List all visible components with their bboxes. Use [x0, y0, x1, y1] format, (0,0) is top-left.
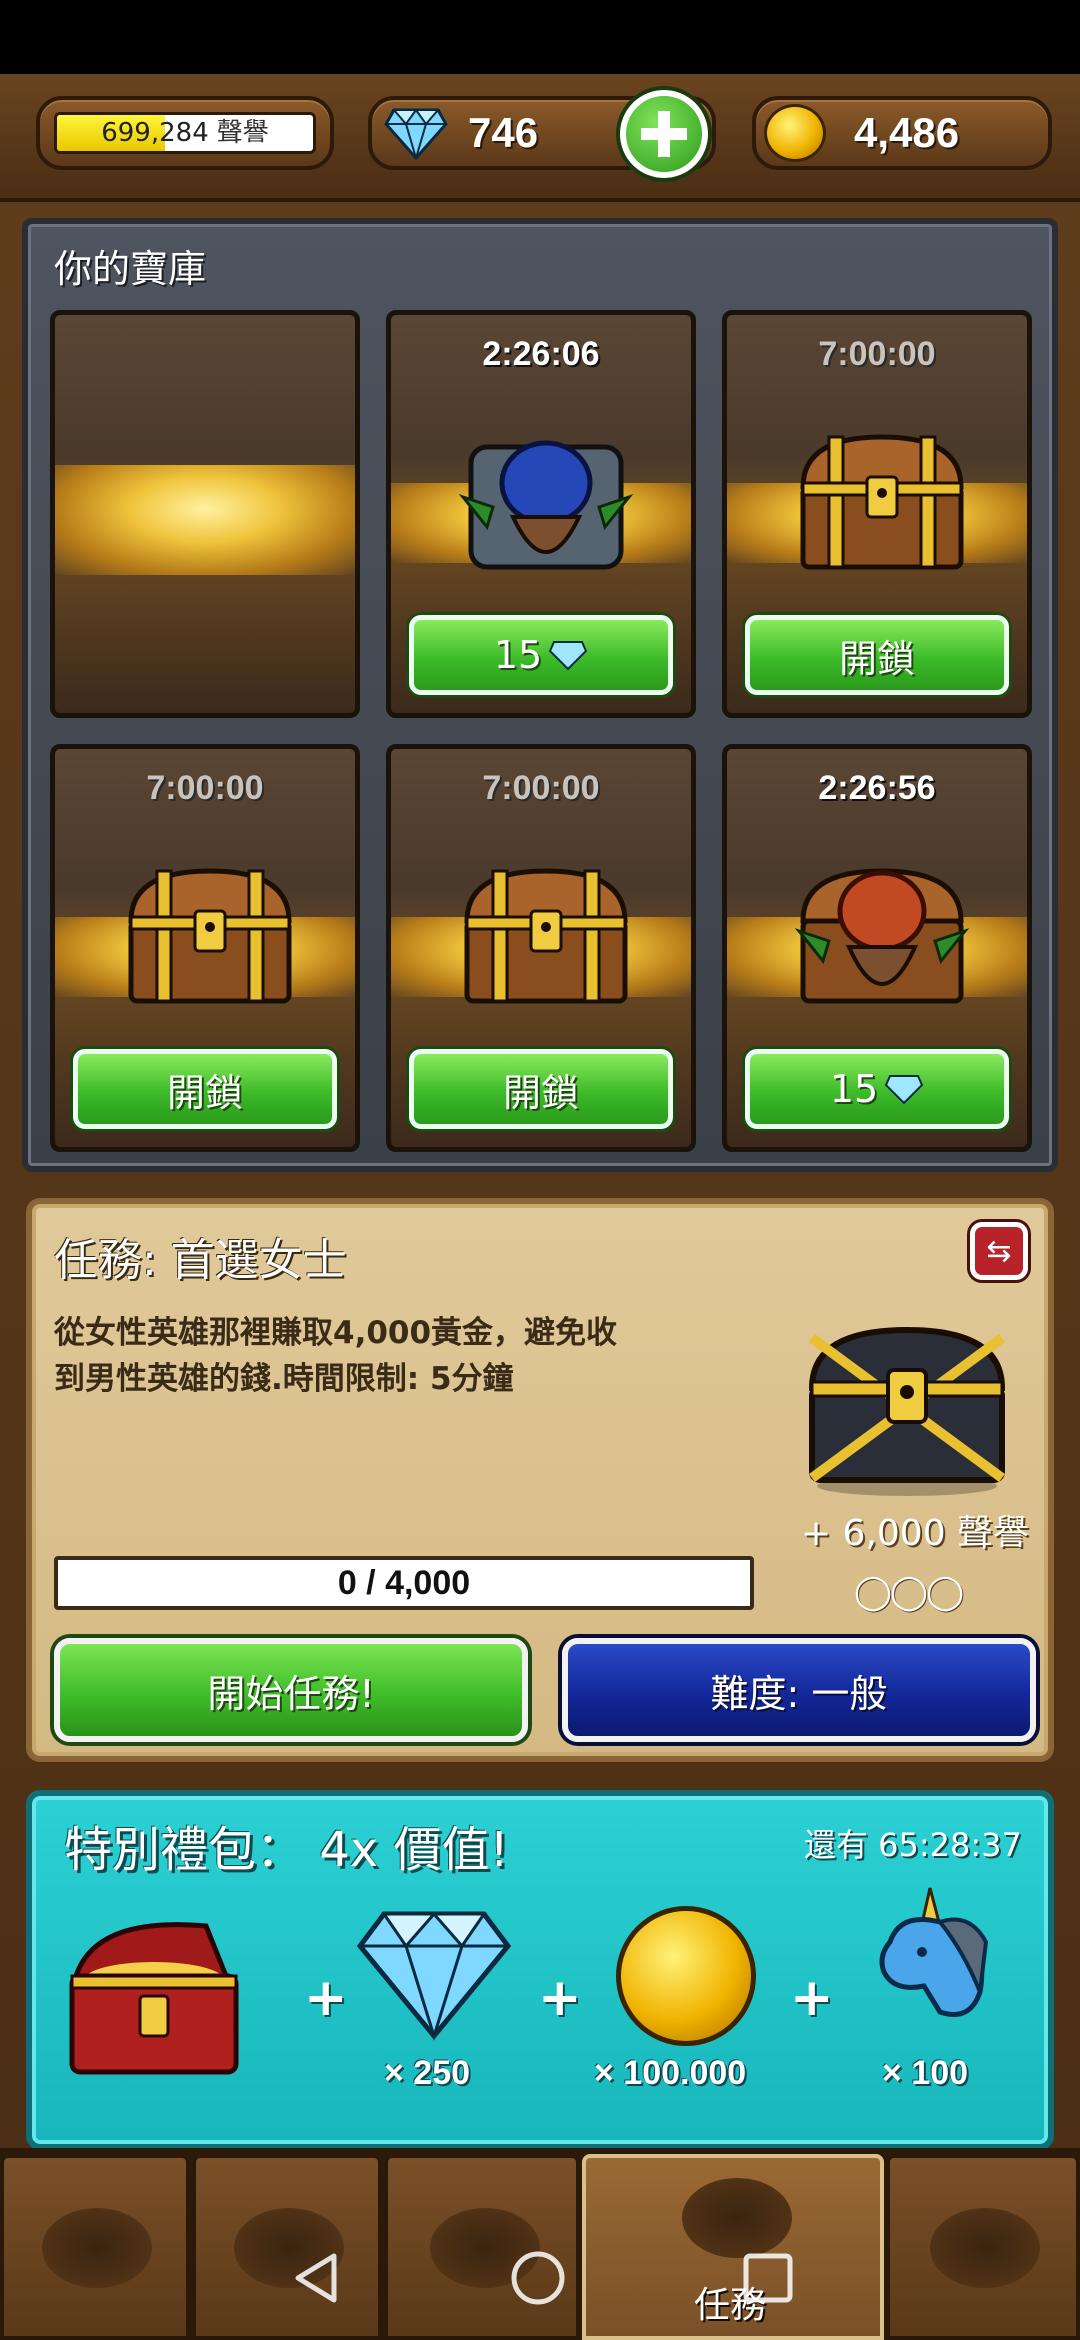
quest-description-line: 從女性英雄那裡賺取4,000黃金，避免收 — [54, 1315, 618, 1351]
medal-icon — [930, 2208, 1040, 2288]
vault-panel: 你的寶庫 2:26:06 15 7:00:00 開鎖 7:00:00 開鎖 7:… — [22, 218, 1058, 1172]
reputation-label: 聲譽 — [216, 118, 269, 148]
treasure-chest-icon — [128, 868, 292, 1004]
add-gems-button[interactable] — [620, 90, 708, 178]
unlock-button[interactable]: 開鎖 — [73, 1049, 337, 1129]
vault-slot-6[interactable]: 2:26:56 15 — [722, 744, 1032, 1152]
plus-sign-icon: + — [538, 1968, 582, 2028]
quest-panel: 任務: 首選女士 ⇆ 從女性英雄那裡賺取4,000黃金，避免收 到男性英雄的錢.… — [26, 1198, 1054, 1762]
swap-quest-button[interactable]: ⇆ — [970, 1222, 1028, 1280]
swap-icon: ⇆ — [986, 1233, 1012, 1269]
speed-up-cost: 15 — [493, 633, 543, 677]
gold-counter[interactable]: 4,486 — [752, 96, 1052, 170]
start-quest-button[interactable]: 開始任務! — [54, 1638, 528, 1742]
unlock-button[interactable]: 開鎖 — [745, 615, 1009, 695]
slot-timer: 7:00:00 — [482, 769, 600, 807]
speed-up-button[interactable]: 15 — [409, 615, 673, 695]
quest-reward: + 6,000 聲譽 — [800, 1513, 1030, 1554]
reward-chest-icon — [808, 1326, 1006, 1496]
red-chest-icon — [69, 1922, 239, 2075]
vault-slot-3[interactable]: 7:00:00 開鎖 — [722, 310, 1032, 718]
back-icon[interactable] — [286, 2248, 346, 2308]
diamond-icon — [548, 641, 588, 671]
vault-slot-5[interactable]: 7:00:00 開鎖 — [386, 744, 696, 1152]
recent-apps-icon[interactable] — [740, 2250, 796, 2306]
unlock-button[interactable]: 開鎖 — [409, 1049, 673, 1129]
reputation-counter[interactable]: 699,284 聲譽 — [36, 96, 334, 170]
diamond-shop-icon — [42, 2208, 152, 2288]
quest-progress-text: 0 / 4,000 — [337, 1564, 471, 1602]
diamond-icon — [884, 1075, 924, 1105]
gold-value: 4,486 — [854, 109, 960, 156]
plus-sign-icon: + — [304, 1968, 348, 2028]
slot-timer: 2:26:56 — [818, 769, 936, 807]
vault-title: 你的寶庫 — [54, 247, 207, 291]
nav-tab-achievements[interactable] — [886, 2154, 1080, 2340]
resource-bar: 699,284 聲譽 746 4,486 — [0, 74, 1080, 202]
bottom-nav: 任務 — [0, 2148, 1080, 2340]
difficulty-rings: ◯◯◯ — [854, 1572, 964, 1612]
nav-tab-heroes[interactable] — [192, 2154, 382, 2340]
special-pack-panel[interactable]: 特別禮包： 4x 價值! 還有 65:28:37 + × 250 + × 100… — [26, 1790, 1054, 2150]
status-bar — [0, 0, 1080, 74]
speed-up-button[interactable]: 15 — [745, 1049, 1009, 1129]
quest-description-line: 到男性英雄的錢.時間限制: 5分鐘 — [54, 1361, 514, 1397]
gold-pile-image — [55, 465, 355, 575]
pack-timer: 還有 65:28:37 — [804, 1826, 1022, 1864]
thief-hero-blue-icon — [458, 440, 634, 570]
diamond-icon — [384, 108, 448, 160]
gold-coin-icon — [616, 1906, 756, 2046]
chest-nav-icon — [682, 2178, 792, 2258]
thief-hero-red-icon — [794, 868, 970, 1004]
pack-unicorn-qty: × 100 — [882, 2054, 969, 2092]
difficulty-button[interactable]: 難度: 一般 — [562, 1638, 1036, 1742]
slot-timer: 7:00:00 — [146, 769, 264, 807]
speed-up-cost: 15 — [829, 1067, 879, 1111]
treasure-chest-icon — [800, 434, 964, 570]
treasure-chest-icon — [464, 868, 628, 1004]
quest-description: 從女性英雄那裡賺取4,000黃金，避免收 到男性英雄的錢.時間限制: 5分鐘 — [54, 1310, 774, 1402]
pack-title: 特別禮包： 4x 價值! — [64, 1822, 509, 1878]
home-icon[interactable] — [508, 2248, 568, 2308]
quest-title: 任務: 首選女士 — [54, 1235, 347, 1286]
unicorn-icon — [879, 1887, 989, 2017]
vault-slot-4[interactable]: 7:00:00 開鎖 — [50, 744, 360, 1152]
slot-timer: 2:26:06 — [482, 335, 600, 373]
gem-value: 746 — [468, 109, 539, 156]
slot-timer: 7:00:00 — [818, 335, 936, 373]
reputation-value: 699,284 — [101, 118, 209, 148]
diamond-icon — [356, 1911, 512, 2042]
reputation-text: 699,284 聲譽 — [57, 115, 313, 151]
pack-gold-qty: × 100.000 — [594, 2054, 747, 2092]
nav-tab-town[interactable] — [384, 2154, 580, 2340]
nav-tab-shop[interactable] — [0, 2154, 190, 2340]
reputation-bar: 699,284 聲譽 — [54, 112, 316, 154]
gold-coin-icon — [764, 104, 826, 162]
quest-progress-bar: 0 / 4,000 — [54, 1556, 754, 1610]
pack-gems-qty: × 250 — [384, 2054, 471, 2092]
vault-slot-2[interactable]: 2:26:06 15 — [386, 310, 696, 718]
vault-slot-1[interactable] — [50, 310, 360, 718]
plus-sign-icon: + — [790, 1968, 834, 2028]
nav-tab-quests[interactable]: 任務 — [582, 2154, 884, 2340]
